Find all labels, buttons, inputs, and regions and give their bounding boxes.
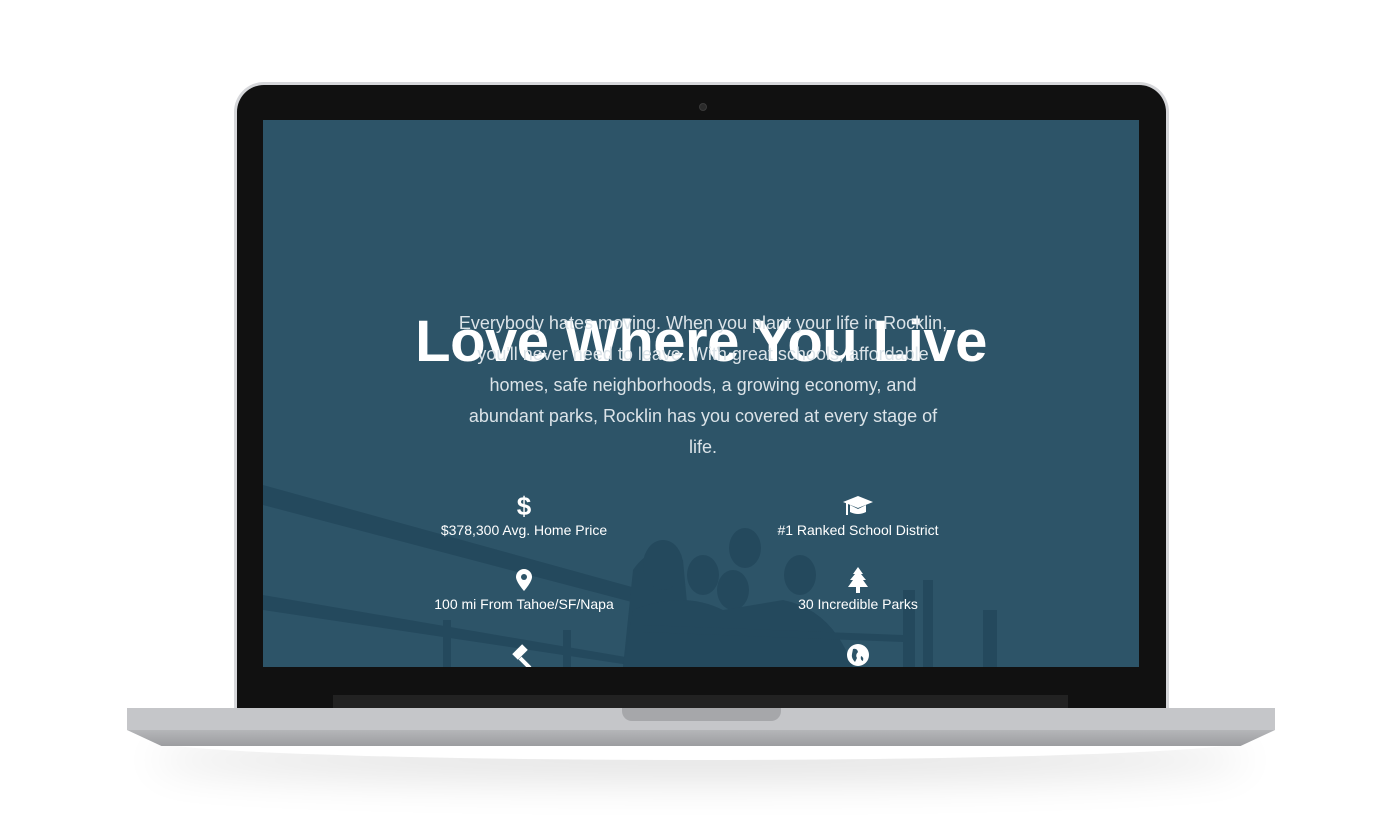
camera-icon [699,103,707,111]
tree-icon [728,566,988,594]
feature-label: 100 mi From Tahoe/SF/Napa [434,596,614,612]
laptop-screen: Love Where You Live Everybody hates movi… [263,120,1139,667]
laptop-hinge [333,695,1068,709]
feature-school: #1 Ranked School District [728,492,988,538]
laptop-base-edge [127,730,1275,746]
gavel-icon [394,641,654,667]
feature-label: $378,300 Avg. Home Price [440,522,608,538]
feature-location: 100 mi From Tahoe/SF/Napa [394,566,654,612]
graduation-cap-icon [728,492,988,520]
globe-icon [728,641,988,667]
laptop-opening-notch [622,708,781,721]
map-pin-icon [394,566,654,594]
dollar-icon: $ [516,490,532,521]
feature-label: #1 Ranked School District [777,522,939,538]
feature-home-price: $ $378,300 Avg. Home Price [394,490,654,539]
feature-globe [728,641,988,667]
feature-label: 30 Incredible Parks [798,596,918,612]
feature-parks: 30 Incredible Parks [728,566,988,612]
feature-gavel [394,641,654,667]
intro-paragraph: Everybody hates moving. When you plant y… [458,313,948,457]
